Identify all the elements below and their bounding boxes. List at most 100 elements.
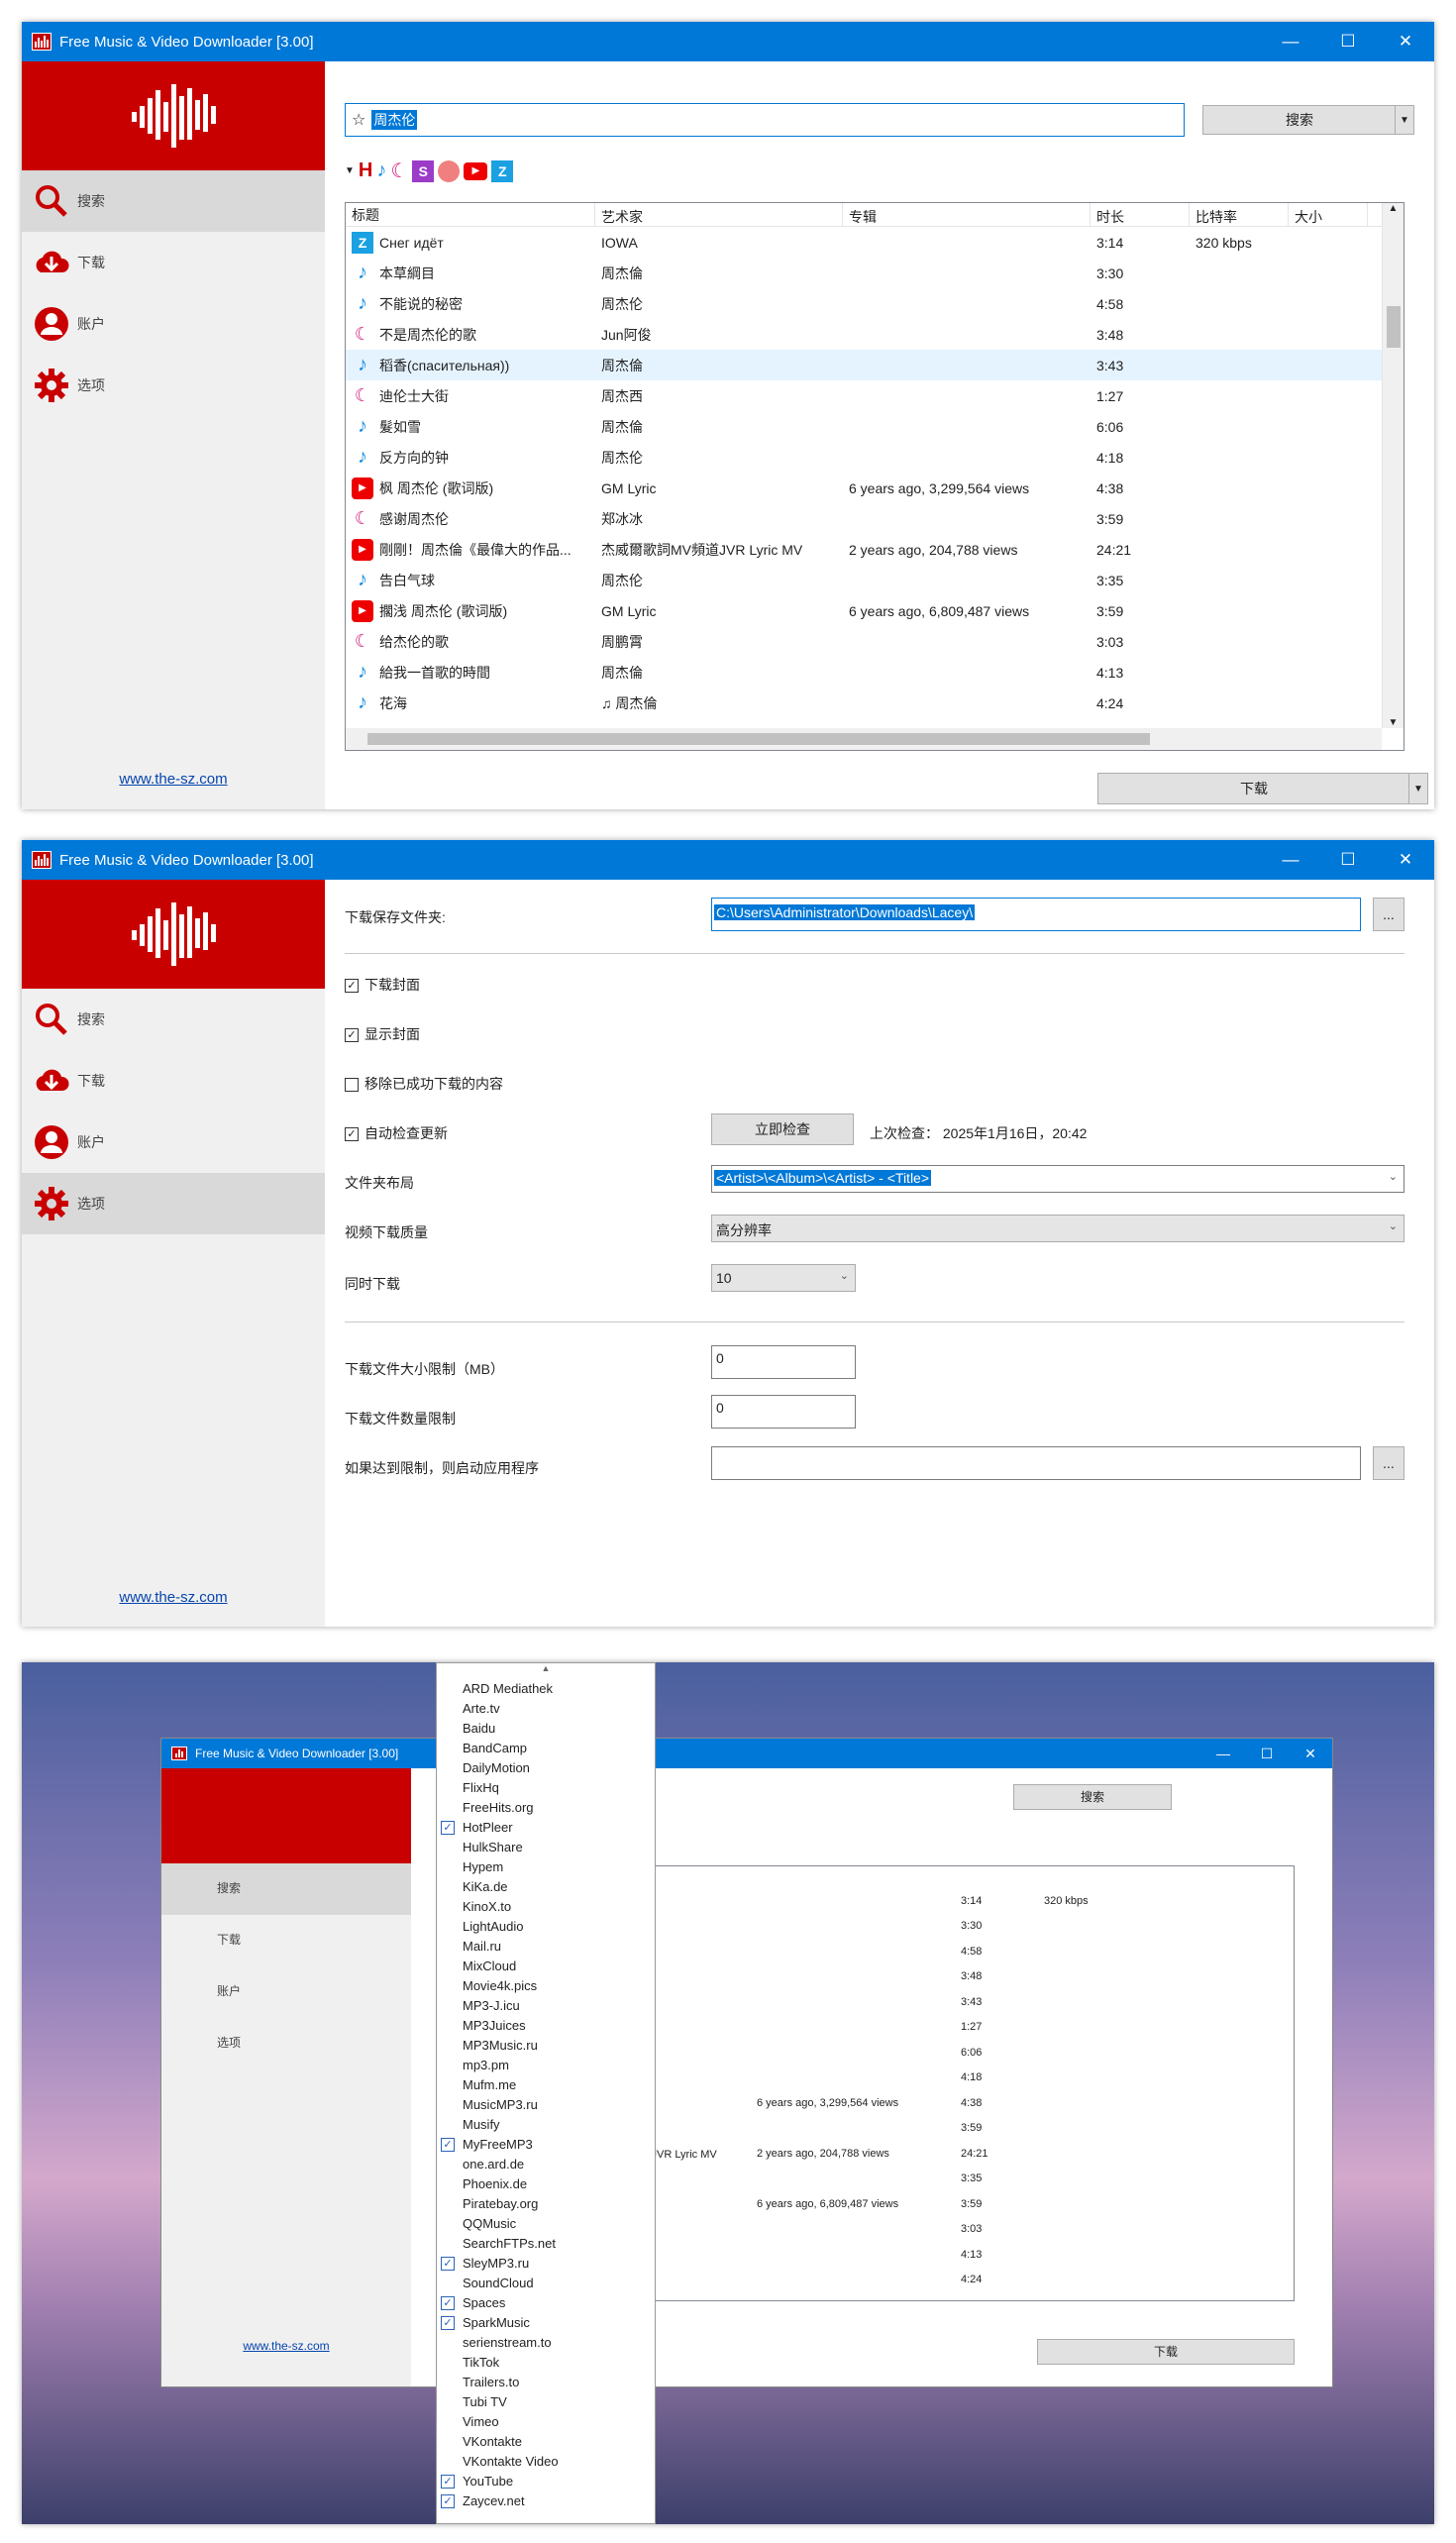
source-item[interactable]: VKontakte [437, 2432, 655, 2452]
close-button[interactable]: ✕ [1289, 1739, 1332, 1768]
nav-options[interactable]: 选项 [161, 2018, 411, 2069]
source-item[interactable]: FreeHits.org [437, 1798, 655, 1818]
source-item[interactable]: one.ard.de [437, 2155, 655, 2174]
source-item[interactable]: HulkShare [437, 1838, 655, 1857]
table-row[interactable]: ☾ 不是周杰伦的歌 Jun阿俊 3:48 [346, 319, 1404, 350]
nav-search[interactable]: 搜索 [22, 170, 325, 232]
col-title[interactable]: 标题 [346, 203, 595, 226]
hotpleer-icon[interactable]: H [359, 159, 372, 182]
source-checkbox[interactable]: ✓ [441, 2494, 455, 2508]
col-duration[interactable]: 时长 [1091, 203, 1190, 226]
source-item[interactable]: Trailers.to [437, 2373, 655, 2392]
source-item[interactable]: Vimeo [437, 2412, 655, 2432]
table-row[interactable]: ▶ 枫 周杰伦 (歌词版) GM Lyric 6 years ago, 3,299,5… [346, 473, 1404, 503]
source-item[interactable]: ✓ Spaces [437, 2293, 655, 2313]
table-row[interactable]: ♪ 不能说的秘密 周杰伦 4:58 [346, 288, 1404, 319]
search-input[interactable]: ☆ 周杰伦 [345, 103, 1185, 137]
show-cover-checkbox[interactable]: ✓ [345, 1028, 359, 1043]
search-button[interactable]: 搜索 [1202, 105, 1397, 135]
source-item[interactable]: TikTok [437, 2353, 655, 2373]
nav-downloads[interactable]: 下载 [22, 232, 325, 293]
website-link[interactable]: www.the-sz.com [22, 1589, 325, 1606]
source-item[interactable]: Movie4k.pics [437, 1976, 655, 1996]
download-dropdown-button[interactable]: ▼ [1408, 773, 1428, 804]
search-button[interactable]: 搜索 [1013, 1784, 1172, 1810]
source-checkbox[interactable]: ✓ [441, 2316, 455, 2330]
download-button[interactable]: 下载 [1037, 2339, 1295, 2365]
favorite-star-icon[interactable]: ☆ [352, 110, 365, 130]
show-cover-option[interactable]: ✓ 显示封面 [345, 1024, 420, 1044]
layout-combobox[interactable]: <Artist>\<Album>\<Artist> - <Title> ⌄ [711, 1165, 1404, 1193]
nav-search[interactable]: 搜索 [22, 989, 325, 1050]
nav-options[interactable]: 选项 [22, 355, 325, 416]
search-dropdown-button[interactable]: ▼ [1395, 105, 1414, 135]
source-checkbox[interactable]: ✓ [441, 2475, 455, 2489]
source-checkbox[interactable]: ✓ [441, 2138, 455, 2152]
source-item[interactable]: QQMusic [437, 2214, 655, 2234]
website-link[interactable]: www.the-sz.com [161, 2339, 411, 2353]
nav-account[interactable]: 账户 [22, 1112, 325, 1173]
table-row[interactable]: ☾ 感谢周杰伦 郑冰冰 3:59 [346, 503, 1404, 534]
youtube-icon[interactable]: ▶ [464, 161, 488, 180]
source-item[interactable]: SoundCloud [437, 2274, 655, 2293]
size-limit-input[interactable]: 0 [711, 1345, 856, 1379]
source-item[interactable]: ✓ YouTube [437, 2472, 655, 2491]
sparkmusic-icon[interactable] [438, 159, 461, 182]
zaycev-icon[interactable]: Z [491, 159, 514, 182]
source-item[interactable]: ✓ MyFreeMP3 [437, 2135, 655, 2155]
source-checkbox[interactable]: ✓ [441, 2296, 455, 2310]
table-row[interactable]: ♪ 髮如雪 周杰倫 6:06 [346, 411, 1404, 442]
remove-done-checkbox[interactable] [345, 1078, 359, 1093]
concurrent-select[interactable]: 10 ⌄ [711, 1264, 856, 1292]
source-dropdown-list[interactable]: ▲ ARD Mediathek Arte.tv Baidu BandCamp Daily… [436, 1662, 656, 2524]
source-item[interactable]: KinoX.to [437, 1897, 655, 1917]
col-album[interactable]: 专辑 [843, 203, 1091, 226]
table-row[interactable]: ♪ 花海 ♫ 周杰倫 4:24 [346, 688, 1404, 718]
minimize-button[interactable]: — [1201, 1739, 1245, 1768]
nav-downloads[interactable]: 下载 [161, 1915, 411, 1966]
source-item[interactable]: mp3.pm [437, 2056, 655, 2075]
table-row[interactable]: ♪ 本草綱目 周杰倫 3:30 [346, 258, 1404, 288]
table-row[interactable]: ♪ 稻香(спасительная)) 周杰倫 3:43 [346, 350, 1404, 380]
source-item[interactable]: Mail.ru [437, 1937, 655, 1957]
table-row[interactable]: ♪ 告白气球 周杰伦 3:35 [346, 565, 1404, 595]
source-item[interactable]: FlixHq [437, 1778, 655, 1798]
count-limit-input[interactable]: 0 [711, 1395, 856, 1429]
source-item[interactable]: ARD Mediathek [437, 1679, 655, 1699]
table-row[interactable]: Z Снег идёт IOWA 3:14 320 kbps [346, 227, 1404, 258]
folder-input[interactable]: C:\Users\Administrator\Downloads\Lacey\ [711, 898, 1361, 931]
folder-browse-button[interactable]: ... [1373, 898, 1404, 931]
close-button[interactable]: ✕ [1377, 840, 1434, 880]
source-checkbox[interactable]: ✓ [441, 2257, 455, 2271]
col-artist[interactable]: 艺术家 [595, 203, 843, 226]
source-item[interactable]: MP3Juices [437, 2016, 655, 2036]
horizontal-scrollbar[interactable] [346, 728, 1382, 750]
col-bitrate[interactable]: 比特率 [1190, 203, 1289, 226]
remove-done-option[interactable]: 移除已成功下载的内容 [345, 1074, 503, 1094]
source-item[interactable]: Phoenix.de [437, 2174, 655, 2194]
maximize-button[interactable]: ☐ [1245, 1739, 1289, 1768]
table-row[interactable]: ▶ 擱浅 周杰伦 (歌词版) GM Lyric 6 years ago, 6,809,… [346, 595, 1404, 626]
download-button[interactable]: 下载 [1097, 773, 1410, 804]
source-item[interactable]: ✓ HotPleer [437, 1818, 655, 1838]
table-row[interactable]: ♪ 給我一首歌的時間 周杰倫 4:13 [346, 657, 1404, 688]
source-item[interactable]: Tubi TV [437, 2392, 655, 2412]
source-item[interactable]: Baidu [437, 1719, 655, 1739]
sleymp3-icon[interactable]: S [412, 159, 435, 182]
source-item[interactable]: Mufm.me [437, 2075, 655, 2095]
source-checkbox[interactable]: ✓ [441, 1821, 455, 1835]
table-row[interactable]: ☾ 给杰伦的歌 周鹏霄 3:03 [346, 626, 1404, 657]
nav-account[interactable]: 账户 [161, 1966, 411, 2018]
source-item[interactable]: DailyMotion [437, 1758, 655, 1778]
source-item[interactable]: MusicMP3.ru [437, 2095, 655, 2115]
source-item[interactable]: Arte.tv [437, 1699, 655, 1719]
source-item[interactable]: ✓ SparkMusic [437, 2313, 655, 2333]
source-item[interactable]: SearchFTPs.net [437, 2234, 655, 2254]
source-item[interactable]: serienstream.to [437, 2333, 655, 2353]
music-note-icon[interactable]: ♪ [376, 159, 386, 182]
source-item[interactable]: MixCloud [437, 1957, 655, 1976]
nav-search[interactable]: 搜索 [161, 1863, 411, 1915]
minimize-button[interactable]: — [1262, 22, 1319, 61]
source-item[interactable]: ✓ Zaycev.net [437, 2491, 655, 2511]
source-item[interactable]: Piratebay.org [437, 2194, 655, 2214]
